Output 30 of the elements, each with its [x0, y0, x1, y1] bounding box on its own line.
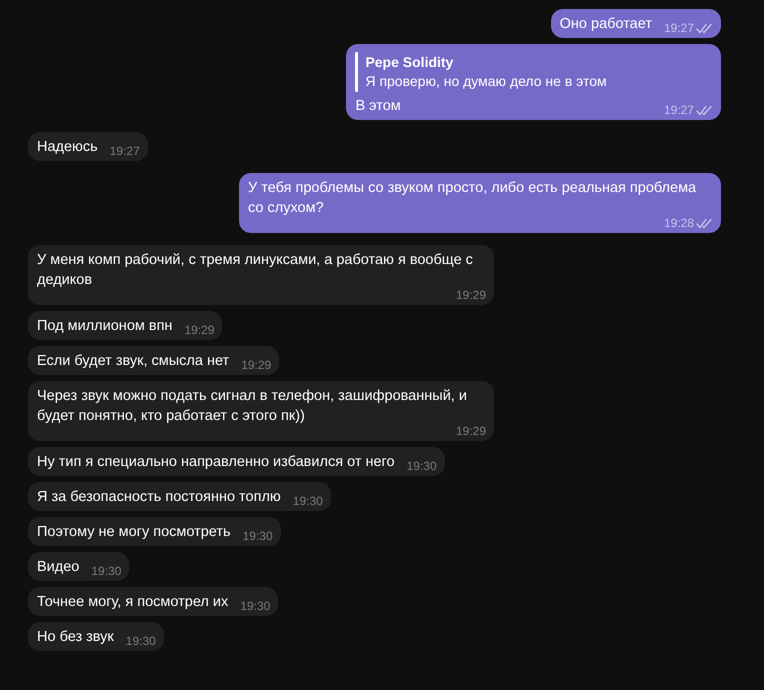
- message-text: Оно работает: [560, 15, 652, 34]
- message-time: 19:30: [292, 493, 323, 509]
- message-text: Точнее могу, я посмотрел их: [37, 593, 228, 612]
- message-text: Под миллионом впн: [37, 317, 172, 336]
- message-text: У тебя проблемы со звуком просто, либо есть реальная проблема со слухом?: [248, 179, 698, 218]
- message-time: 19:27: [664, 102, 694, 118]
- message-text: Я за безопасность постоянно топлю: [37, 488, 281, 507]
- message-time: 19:30: [240, 598, 270, 614]
- message-time: 19:30: [91, 563, 122, 579]
- message-text: У меня комп рабочий, с тремя линуксами, а работаю я вообще с дедиков: [37, 251, 474, 290]
- message-text: Ну тип я специально направленно избавился от него: [37, 453, 395, 472]
- message-time: 19:28: [664, 215, 694, 231]
- message-text: Видео: [37, 558, 80, 577]
- message-text: Надеюсь: [37, 138, 98, 157]
- reply-author: Pepe Solidity: [365, 53, 454, 72]
- message-time: 19:29: [241, 357, 272, 373]
- message-time: 19:29: [456, 423, 486, 439]
- message-text: Через звук можно подать сигнал в телефон, зашифрованный, и будет понятно, кто работает с этого пк)): [37, 387, 468, 426]
- message-time: 19:27: [664, 20, 694, 36]
- message-time: 19:27: [110, 143, 140, 159]
- message-text: Но без звук: [37, 628, 114, 647]
- message-time: 19:30: [126, 633, 156, 649]
- reply-text: Я проверю, но думаю дело не в этом: [365, 72, 608, 91]
- message-time: 19:29: [456, 287, 486, 303]
- message-time: 19:30: [242, 528, 273, 544]
- message-text: Если будет звук, смысла нет: [37, 352, 230, 371]
- message-text: В этом: [355, 97, 401, 116]
- message-time: 19:29: [184, 322, 214, 338]
- message-text: Поэтому не могу посмотреть: [37, 523, 231, 542]
- message-time: 19:30: [406, 458, 437, 474]
